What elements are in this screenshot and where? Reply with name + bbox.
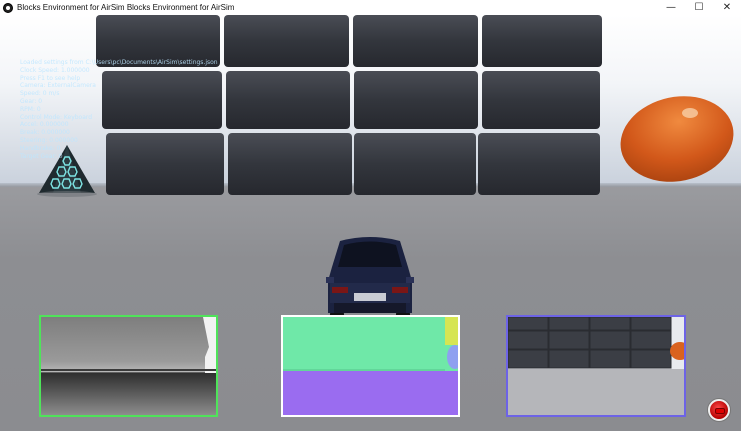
title-bar: Blocks Environment for AirSim Blocks Env… <box>0 0 741 16</box>
scene-camera-subwindow[interactable] <box>506 315 686 417</box>
hud-overlay: Loaded settings from C:\Users\pc\Documen… <box>20 59 218 160</box>
airsim-window: Blocks Environment for AirSim Blocks Env… <box>0 0 741 431</box>
hud-line: Gear: 0 <box>20 97 43 105</box>
hud-line: Clock Speed: 1.000000 <box>20 66 90 74</box>
unreal-logo-icon <box>3 2 13 13</box>
hud-line: Control Mode: Keyboard <box>20 113 93 121</box>
orange-egg-object <box>618 93 736 183</box>
hud-line: Loaded settings from C:\Users\pc\Documen… <box>20 59 218 66</box>
hud-line: Accel: 0.000000 <box>20 121 69 129</box>
vehicle-car <box>320 233 420 327</box>
close-button[interactable]: ✕ <box>713 0 741 15</box>
hud-line: Speed: 0 m/s <box>20 90 60 98</box>
record-button[interactable] <box>708 399 730 421</box>
minimize-button[interactable]: — <box>657 0 685 15</box>
hud-line: RPM: 0 <box>20 105 41 113</box>
depth-camera-subwindow[interactable] <box>39 315 218 417</box>
hud-line: Handbrake: 0 <box>20 144 61 152</box>
window-controls: — ☐ ✕ <box>657 0 741 15</box>
simulation-viewport[interactable]: Loaded settings from C:\Users\pc\Documen… <box>0 15 741 431</box>
window-title: Blocks Environment for AirSim Blocks Env… <box>17 3 235 12</box>
hud-line: Target Gear: 0 <box>20 152 63 160</box>
segmentation-camera-subwindow[interactable] <box>281 315 460 417</box>
hud-line: Camera: ExternalCamera <box>20 82 96 90</box>
maximize-button[interactable]: ☐ <box>685 0 713 15</box>
hud-line: Break: 0.000000 <box>20 129 70 137</box>
hud-line: Press F1 to see help <box>20 74 81 82</box>
record-icon <box>715 408 725 414</box>
hud-line: Steering: 0.000000 <box>20 136 78 144</box>
